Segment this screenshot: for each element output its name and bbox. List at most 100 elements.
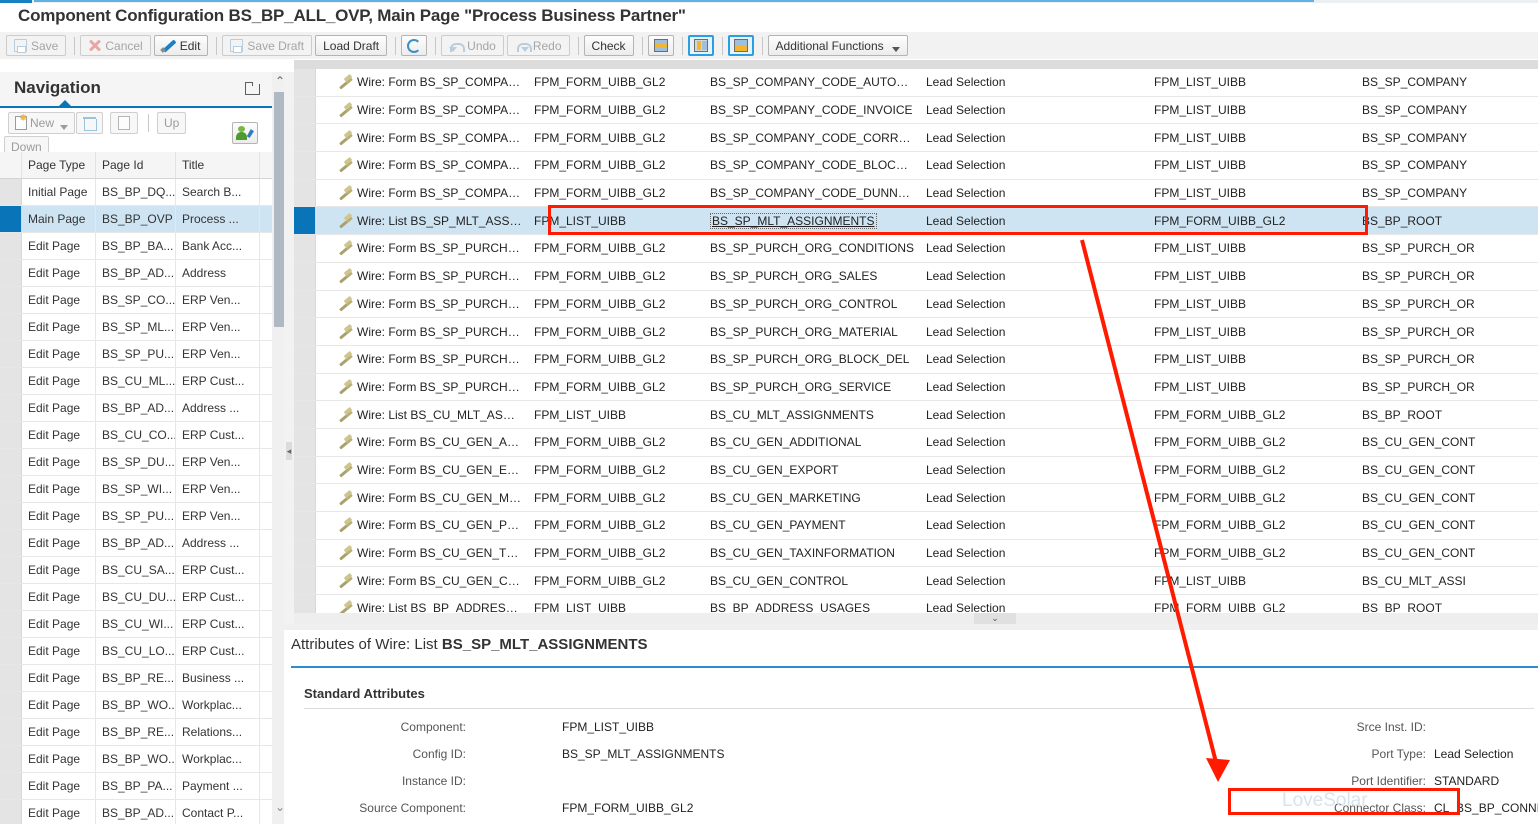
row-select-cell[interactable] bbox=[294, 69, 316, 96]
wire-table-row[interactable]: Wire: Form BS_SP_PURCH…FPM_FORM_UIBB_GL2… bbox=[294, 291, 1538, 319]
row-select-cell[interactable] bbox=[294, 457, 316, 484]
row-select-cell[interactable] bbox=[294, 567, 316, 594]
row-select-cell[interactable] bbox=[294, 291, 316, 318]
layout-bottom-button[interactable] bbox=[728, 35, 754, 56]
navigation-row[interactable]: Edit PageBS_BP_BA...Bank Acc... bbox=[0, 233, 272, 260]
wire-table-row[interactable]: Wire: Form BS_SP_PURCH…FPM_FORM_UIBB_GL2… bbox=[294, 318, 1538, 346]
wire-table-row[interactable]: Wire: Form BS_CU_GEN_A…FPM_FORM_UIBB_GL2… bbox=[294, 429, 1538, 457]
copy-page-button[interactable] bbox=[110, 112, 138, 134]
wire-table-more-bar[interactable]: ⌄ bbox=[294, 613, 1538, 624]
layout-vertical-button[interactable] bbox=[688, 35, 714, 56]
wire-table-row[interactable]: Wire: Form BS_SP_PURCH…FPM_FORM_UIBB_GL2… bbox=[294, 235, 1538, 263]
row-select-cell[interactable] bbox=[0, 422, 22, 448]
row-select-cell[interactable] bbox=[0, 746, 22, 772]
personalize-button[interactable] bbox=[232, 122, 258, 144]
refresh-button[interactable] bbox=[401, 35, 427, 56]
row-select-cell[interactable] bbox=[294, 401, 316, 428]
wire-table-row[interactable]: Wire: Form BS_CU_GEN_E…FPM_FORM_UIBB_GL2… bbox=[294, 457, 1538, 485]
navigation-row[interactable]: Edit PageBS_SP_PU...ERP Ven... bbox=[0, 341, 272, 368]
nav-col-title[interactable]: Title bbox=[176, 152, 260, 178]
navigation-row[interactable]: Edit PageBS_BP_WO...Workplac... bbox=[0, 746, 272, 773]
navigation-row[interactable]: Edit PageBS_SP_DU...ERP Ven... bbox=[0, 449, 272, 476]
undo-button[interactable]: Undo bbox=[441, 35, 504, 56]
check-button[interactable]: Check bbox=[584, 35, 634, 56]
navigation-row[interactable]: Edit PageBS_CU_CO...ERP Cust... bbox=[0, 422, 272, 449]
row-select-cell[interactable] bbox=[0, 314, 22, 340]
edit-button[interactable]: Edit bbox=[154, 35, 209, 56]
row-select-cell[interactable] bbox=[0, 638, 22, 664]
row-select-cell[interactable] bbox=[294, 318, 316, 345]
navigation-row[interactable]: Edit PageBS_BP_RE...Relations... bbox=[0, 719, 272, 746]
row-select-cell[interactable] bbox=[0, 800, 22, 824]
save-button[interactable]: Save bbox=[6, 35, 66, 56]
row-select-cell[interactable] bbox=[0, 341, 22, 367]
nav-col-page-id[interactable]: Page Id bbox=[96, 152, 176, 178]
navigation-row[interactable]: Edit PageBS_CU_DU...ERP Cust... bbox=[0, 584, 272, 611]
wire-table-row[interactable]: Wire: Form BS_SP_PURCH…FPM_FORM_UIBB_GL2… bbox=[294, 374, 1538, 402]
navigation-row[interactable]: Edit PageBS_BP_AD...Address ... bbox=[0, 395, 272, 422]
wire-table-row[interactable]: Wire: Form BS_CU_GEN_P…FPM_FORM_UIBB_GL2… bbox=[294, 512, 1538, 540]
wire-table-row[interactable]: Wire: Form BS_SP_PURCH…FPM_FORM_UIBB_GL2… bbox=[294, 263, 1538, 291]
splitter-handle[interactable]: ◂ bbox=[286, 442, 292, 460]
navigation-row[interactable]: Edit PageBS_BP_RE...Business ... bbox=[0, 665, 272, 692]
navigation-row[interactable]: Edit PageBS_BP_PA...Payment ... bbox=[0, 773, 272, 800]
chevron-down-icon[interactable]: ⌄ bbox=[974, 613, 1016, 624]
navigation-row[interactable]: Edit PageBS_CU_WI...ERP Cust... bbox=[0, 611, 272, 638]
navigation-row[interactable]: Initial PageBS_BP_DQ...Search B... bbox=[0, 179, 272, 206]
row-select-cell[interactable] bbox=[0, 449, 22, 475]
row-select-cell[interactable] bbox=[294, 152, 316, 179]
row-select-cell[interactable] bbox=[294, 540, 316, 567]
wire-table-row[interactable]: Wire: Form BS_SP_PURCH…FPM_FORM_UIBB_GL2… bbox=[294, 346, 1538, 374]
row-select-cell[interactable] bbox=[0, 476, 22, 502]
navigation-row[interactable]: Edit PageBS_CU_LO...ERP Cust... bbox=[0, 638, 272, 665]
row-select-cell[interactable] bbox=[0, 692, 22, 718]
row-select-cell[interactable] bbox=[0, 584, 22, 610]
row-select-cell[interactable] bbox=[0, 611, 22, 637]
move-up-button[interactable]: Up bbox=[157, 112, 186, 134]
navigation-row[interactable]: Edit PageBS_SP_PU...ERP Ven... bbox=[0, 503, 272, 530]
navigation-row[interactable]: Main PageBS_BP_OVPProcess ... bbox=[0, 206, 272, 233]
row-select-cell[interactable] bbox=[0, 557, 22, 583]
wire-table-row[interactable]: Wire: Form BS_CU_GEN_T…FPM_FORM_UIBB_GL2… bbox=[294, 540, 1538, 568]
wire-table-row[interactable]: Wire: Form BS_CU_GEN_M…FPM_FORM_UIBB_GL2… bbox=[294, 484, 1538, 512]
redo-button[interactable]: Redo bbox=[507, 35, 570, 56]
row-select-cell[interactable] bbox=[294, 374, 316, 401]
row-select-cell[interactable] bbox=[0, 395, 22, 421]
navigation-row[interactable]: Edit PageBS_SP_ML...ERP Ven... bbox=[0, 314, 272, 341]
wire-table-row[interactable]: Wire: List BS_CU_MLT_AS…FPM_LIST_UIBBBS_… bbox=[294, 401, 1538, 429]
row-select-cell[interactable] bbox=[294, 235, 316, 262]
row-select-cell[interactable] bbox=[0, 503, 22, 529]
cancel-button[interactable]: Cancel bbox=[80, 35, 150, 56]
row-select-cell[interactable] bbox=[0, 665, 22, 691]
row-select-cell[interactable] bbox=[294, 180, 316, 207]
row-select-cell[interactable] bbox=[294, 346, 316, 373]
row-select-cell[interactable] bbox=[294, 484, 316, 511]
new-page-button[interactable]: ✸ New bbox=[8, 112, 75, 134]
wire-table-row[interactable]: Wire: Form BS_SP_COMPA…FPM_FORM_UIBB_GL2… bbox=[294, 97, 1538, 125]
load-draft-button[interactable]: Load Draft bbox=[315, 35, 387, 56]
navigation-row[interactable]: Edit PageBS_CU_SA...ERP Cust... bbox=[0, 557, 272, 584]
row-select-cell[interactable] bbox=[0, 368, 22, 394]
row-select-cell[interactable] bbox=[0, 260, 22, 286]
wire-table-row[interactable]: Wire: Form BS_SP_COMPA…FPM_FORM_UIBB_GL2… bbox=[294, 180, 1538, 208]
row-select-cell[interactable] bbox=[294, 124, 316, 151]
row-select-cell[interactable] bbox=[0, 206, 22, 232]
wire-table-row[interactable]: Wire: Form BS_CU_GEN_C…FPM_FORM_UIBB_GL2… bbox=[294, 567, 1538, 595]
row-select-cell[interactable] bbox=[0, 530, 22, 556]
row-select-cell[interactable] bbox=[294, 263, 316, 290]
delete-page-button[interactable] bbox=[76, 112, 103, 134]
row-select-cell[interactable] bbox=[0, 233, 22, 259]
wire-table-row[interactable]: Wire: Form BS_SP_COMPA…FPM_FORM_UIBB_GL2… bbox=[294, 69, 1538, 97]
wire-table-row[interactable]: Wire: List BS_SP_MLT_ASS…FPM_LIST_UIBBBS… bbox=[294, 207, 1538, 235]
navigation-row[interactable]: Edit PageBS_BP_AD...Contact P... bbox=[0, 800, 272, 824]
row-select-cell[interactable] bbox=[0, 773, 22, 799]
save-draft-button[interactable]: Save Draft bbox=[222, 35, 312, 56]
layout-horizontal-button[interactable] bbox=[648, 35, 674, 56]
navigation-row[interactable]: Edit PageBS_BP_AD...Address ... bbox=[0, 530, 272, 557]
navigation-row[interactable]: Edit PageBS_BP_WO...Workplac... bbox=[0, 692, 272, 719]
row-select-cell[interactable] bbox=[0, 179, 22, 205]
open-folder-icon[interactable] bbox=[245, 82, 260, 95]
nav-col-page-type[interactable]: Page Type bbox=[22, 152, 96, 178]
row-select-cell[interactable] bbox=[294, 207, 316, 234]
row-select-cell[interactable] bbox=[294, 429, 316, 456]
